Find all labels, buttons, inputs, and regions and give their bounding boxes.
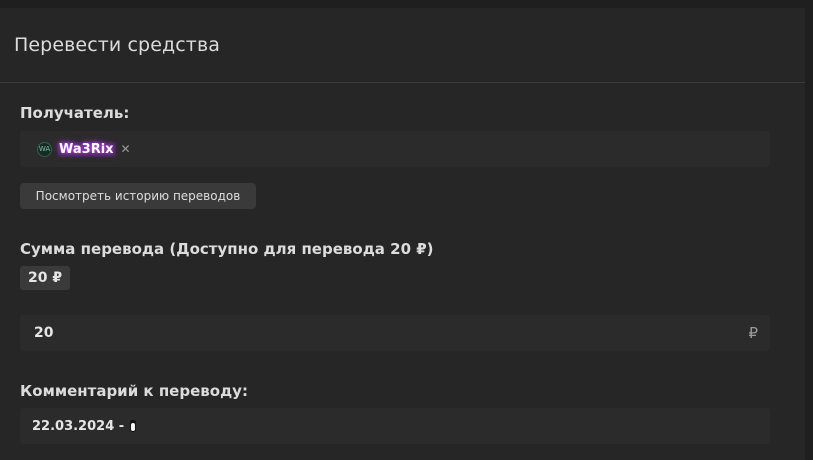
comment-field[interactable]: 22.03.2024 - — [20, 408, 770, 444]
amount-label: Сумма перевода (Доступно для перевода 20… — [20, 240, 434, 258]
scrollbar-gap — [805, 0, 813, 460]
recipient-label: Получатель: — [20, 104, 130, 122]
penguin-icon — [128, 419, 138, 433]
dialog-title: Перевести средства — [14, 34, 221, 56]
recipient-username: Wa3Rix — [57, 141, 116, 157]
amount-field[interactable]: ₽ — [20, 315, 770, 351]
top-strip — [0, 0, 813, 8]
dialog-header: Перевести средства — [0, 8, 805, 83]
amount-preset-chip[interactable]: 20 ₽ — [20, 266, 71, 290]
avatar: WA — [37, 141, 52, 157]
recipient-field[interactable]: WA Wa3Rix ✕ — [20, 131, 770, 167]
remove-recipient-icon[interactable]: ✕ — [121, 142, 131, 156]
amount-input[interactable] — [32, 324, 749, 342]
ruble-currency-icon: ₽ — [748, 324, 758, 342]
comment-text: 22.03.2024 - — [32, 418, 125, 434]
view-transfer-history-button[interactable]: Посмотреть историю переводов — [20, 183, 256, 209]
comment-label: Комментарий к переводу: — [20, 382, 248, 400]
